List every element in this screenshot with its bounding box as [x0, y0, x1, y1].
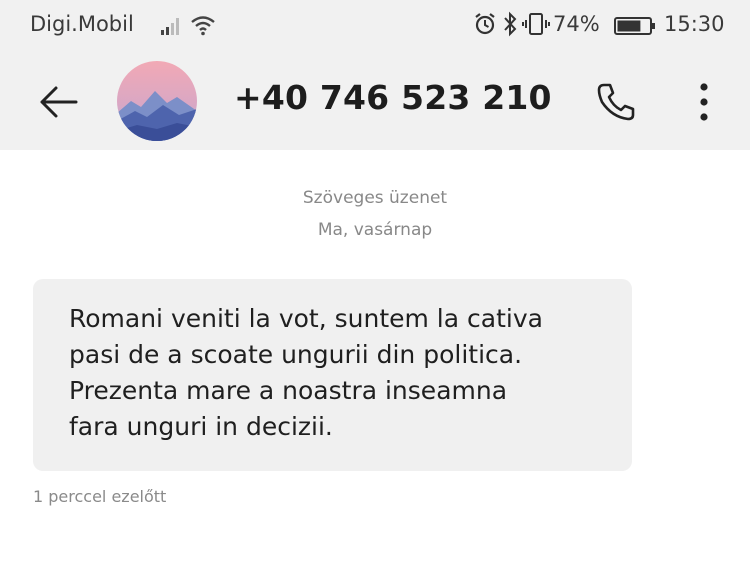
contact-avatar[interactable] [117, 61, 197, 141]
bluetooth-icon [504, 11, 517, 37]
message-bubble[interactable]: Romani veniti la vot, suntem la cativa p… [33, 279, 632, 471]
carrier-name: Digi.Mobil [30, 12, 134, 36]
phone-icon[interactable] [594, 80, 638, 124]
battery-icon [614, 17, 655, 35]
conversation-header: +40 746 523 210 [0, 52, 750, 150]
wifi-icon [191, 16, 215, 36]
alarm-clock-icon [475, 13, 495, 35]
more-vertical-icon[interactable] [692, 78, 716, 126]
arrow-left-icon[interactable] [36, 80, 80, 124]
message-type-label: Szöveges üzenet [302, 188, 448, 208]
vibrate-icon [522, 13, 550, 35]
message-timestamp: 1 perccel ezelőtt [33, 487, 167, 506]
signal-bars-icon [161, 18, 179, 35]
contact-phone-number[interactable]: +40 746 523 210 [234, 78, 552, 117]
message-text: Romani veniti la vot, suntem la cativa p… [69, 304, 543, 441]
status-bar: Digi.Mobil 74% 15:30 [0, 0, 750, 52]
battery-percent: 74% [553, 12, 600, 36]
clock-time: 15:30 [664, 12, 725, 36]
message-date-label: Ma, vasárnap [317, 220, 433, 240]
mountain-avatar [117, 61, 197, 141]
